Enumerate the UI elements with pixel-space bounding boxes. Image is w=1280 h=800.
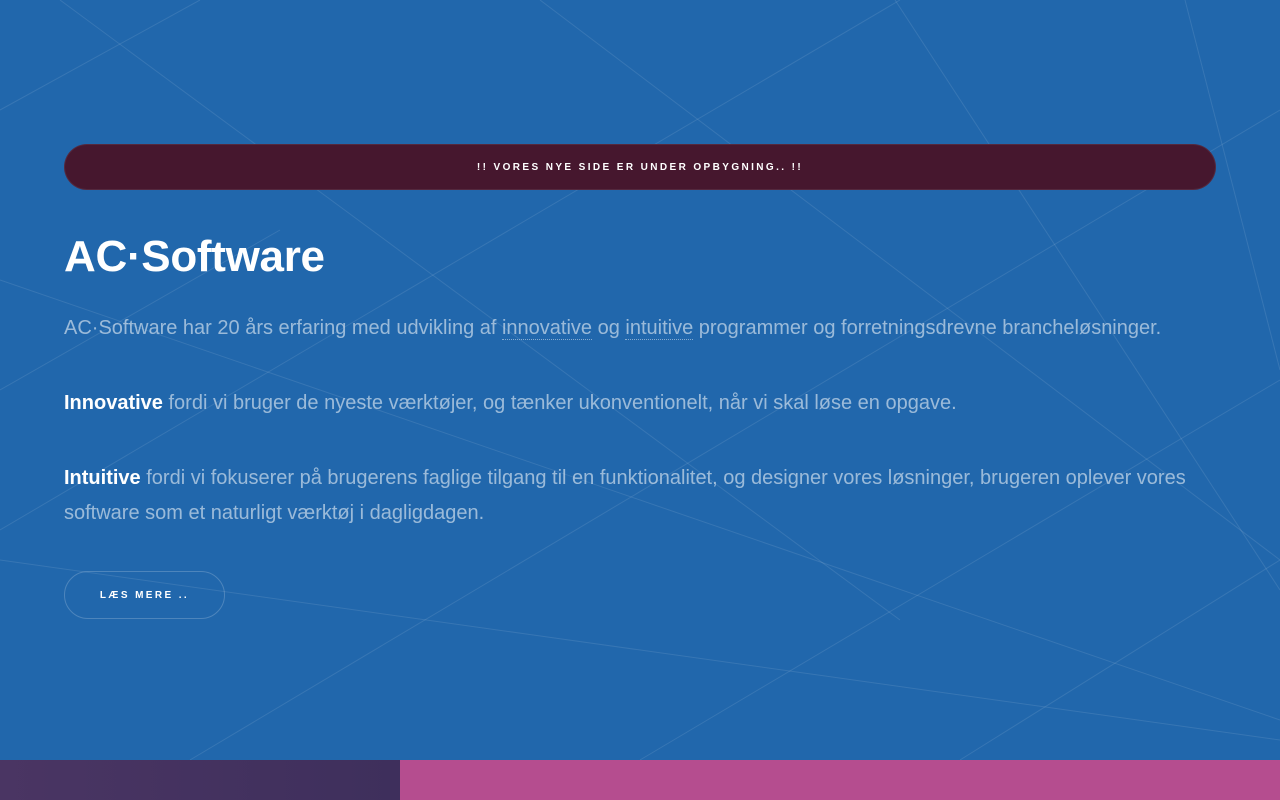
innovative-paragraph: Innovative fordi vi bruger de nyeste vær… [64,386,1216,421]
intuitive-paragraph: Intuitive fordi vi fokuserer på brugeren… [64,461,1216,531]
intuitive-link[interactable]: intuitive [625,317,694,340]
footer-panel-right [400,760,1280,800]
innovative-label: Innovative [64,392,163,414]
intuitive-label: Intuitive [64,467,141,489]
intuitive-text: fordi vi fokuserer på brugerens faglige … [64,467,1186,524]
under-construction-banner[interactable]: !! Vores nye side er under opbygning.. !… [64,144,1216,190]
read-more-button[interactable]: Læs mere .. [64,571,225,619]
footer-panel-left [0,760,400,800]
page-title: AC·Software [64,232,325,281]
innovative-text: fordi vi bruger de nyeste værktøjer, og … [162,392,957,414]
intro-paragraph: AC·Software har 20 års erfaring med udvi… [64,311,1216,346]
intro-text-before: AC·Software har 20 års erfaring med udvi… [64,317,502,339]
read-more-label: Læs mere .. [99,589,190,601]
innovative-link[interactable]: innovative [501,317,593,340]
intro-text-after: programmer og forretningsdrevne branchel… [693,317,1162,339]
banner-text: !! Vores nye side er under opbygning.. !… [476,161,804,173]
intro-text-middle: og [592,317,626,339]
